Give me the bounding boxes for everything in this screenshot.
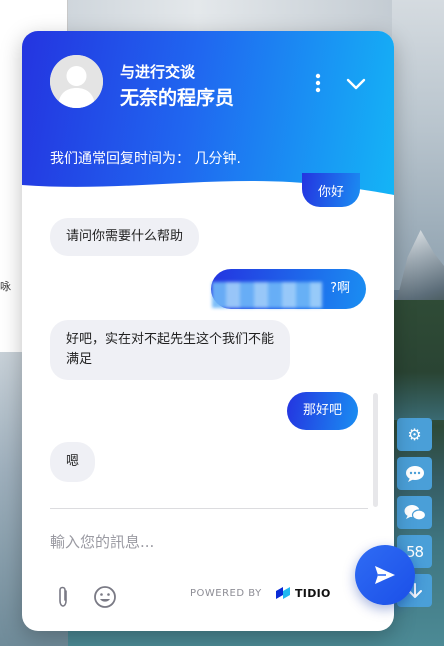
chat-subtitle: 与进行交谈 bbox=[120, 63, 196, 81]
message-text: 那好吧 bbox=[303, 403, 343, 418]
message-list: 你好 请问你需要什么帮助 ?啊 好吧，实在对不起先生这个我们不能 满足 那好吧 … bbox=[22, 173, 394, 511]
menu-dots-icon bbox=[315, 73, 321, 93]
bot-message: 嗯 bbox=[50, 442, 96, 482]
send-button[interactable] bbox=[355, 545, 415, 605]
send-icon bbox=[375, 566, 395, 584]
chevron-down-icon bbox=[346, 78, 366, 90]
message-text: 嗯 bbox=[66, 454, 80, 469]
tidio-logo bbox=[276, 587, 290, 599]
background-image-top bbox=[68, 0, 392, 34]
message-text: 请问你需要什么帮助 bbox=[66, 229, 184, 244]
chat-bubble-icon bbox=[405, 465, 424, 482]
message-text: 好吧，实在对不起先生这个我们不能 bbox=[66, 332, 275, 347]
bot-message: 请问你需要什么帮助 bbox=[50, 218, 200, 256]
message-text: 你好 bbox=[318, 185, 345, 200]
options-menu-button[interactable] bbox=[308, 71, 328, 95]
paperclip-icon bbox=[59, 586, 67, 607]
agent-name: 无奈的程序员 bbox=[120, 87, 235, 109]
emoji-button[interactable] bbox=[92, 584, 118, 610]
user-message: 你好 bbox=[302, 173, 361, 207]
chat-widget: 与进行交谈 无奈的程序员 我们通常回复时间为： 几分钟. 你好 请问你需要什么帮… bbox=[22, 31, 394, 631]
comment-button[interactable] bbox=[397, 457, 432, 490]
background-forest bbox=[392, 300, 444, 420]
emoji-icon bbox=[94, 586, 116, 608]
bot-message: 好吧，实在对不起先生这个我们不能 满足 bbox=[50, 320, 291, 380]
redacted-text bbox=[212, 282, 322, 308]
message-input[interactable] bbox=[50, 529, 350, 555]
avatar bbox=[50, 55, 103, 108]
gear-icon: ⚙ bbox=[407, 425, 422, 444]
chat-bubbles-icon bbox=[404, 504, 426, 521]
attach-file-button[interactable] bbox=[52, 584, 74, 610]
brand-name[interactable]: TIDIO bbox=[295, 587, 331, 600]
message-text: 满足 bbox=[66, 352, 93, 367]
input-divider bbox=[50, 508, 368, 509]
discussion-button[interactable] bbox=[397, 496, 432, 529]
minimize-chat-button[interactable] bbox=[342, 73, 370, 95]
user-message: 那好吧 bbox=[287, 392, 359, 430]
message-text: ?啊 bbox=[330, 281, 350, 296]
powered-by-label: POWERED BY bbox=[190, 588, 262, 599]
message-scrollbar[interactable] bbox=[373, 393, 378, 507]
reply-time-notice: 我们通常回复时间为： 几分钟. bbox=[50, 151, 241, 167]
user-avatar-icon bbox=[50, 55, 103, 108]
background-page-text: 咏 bbox=[0, 280, 11, 293]
settings-button[interactable]: ⚙ bbox=[397, 418, 432, 451]
